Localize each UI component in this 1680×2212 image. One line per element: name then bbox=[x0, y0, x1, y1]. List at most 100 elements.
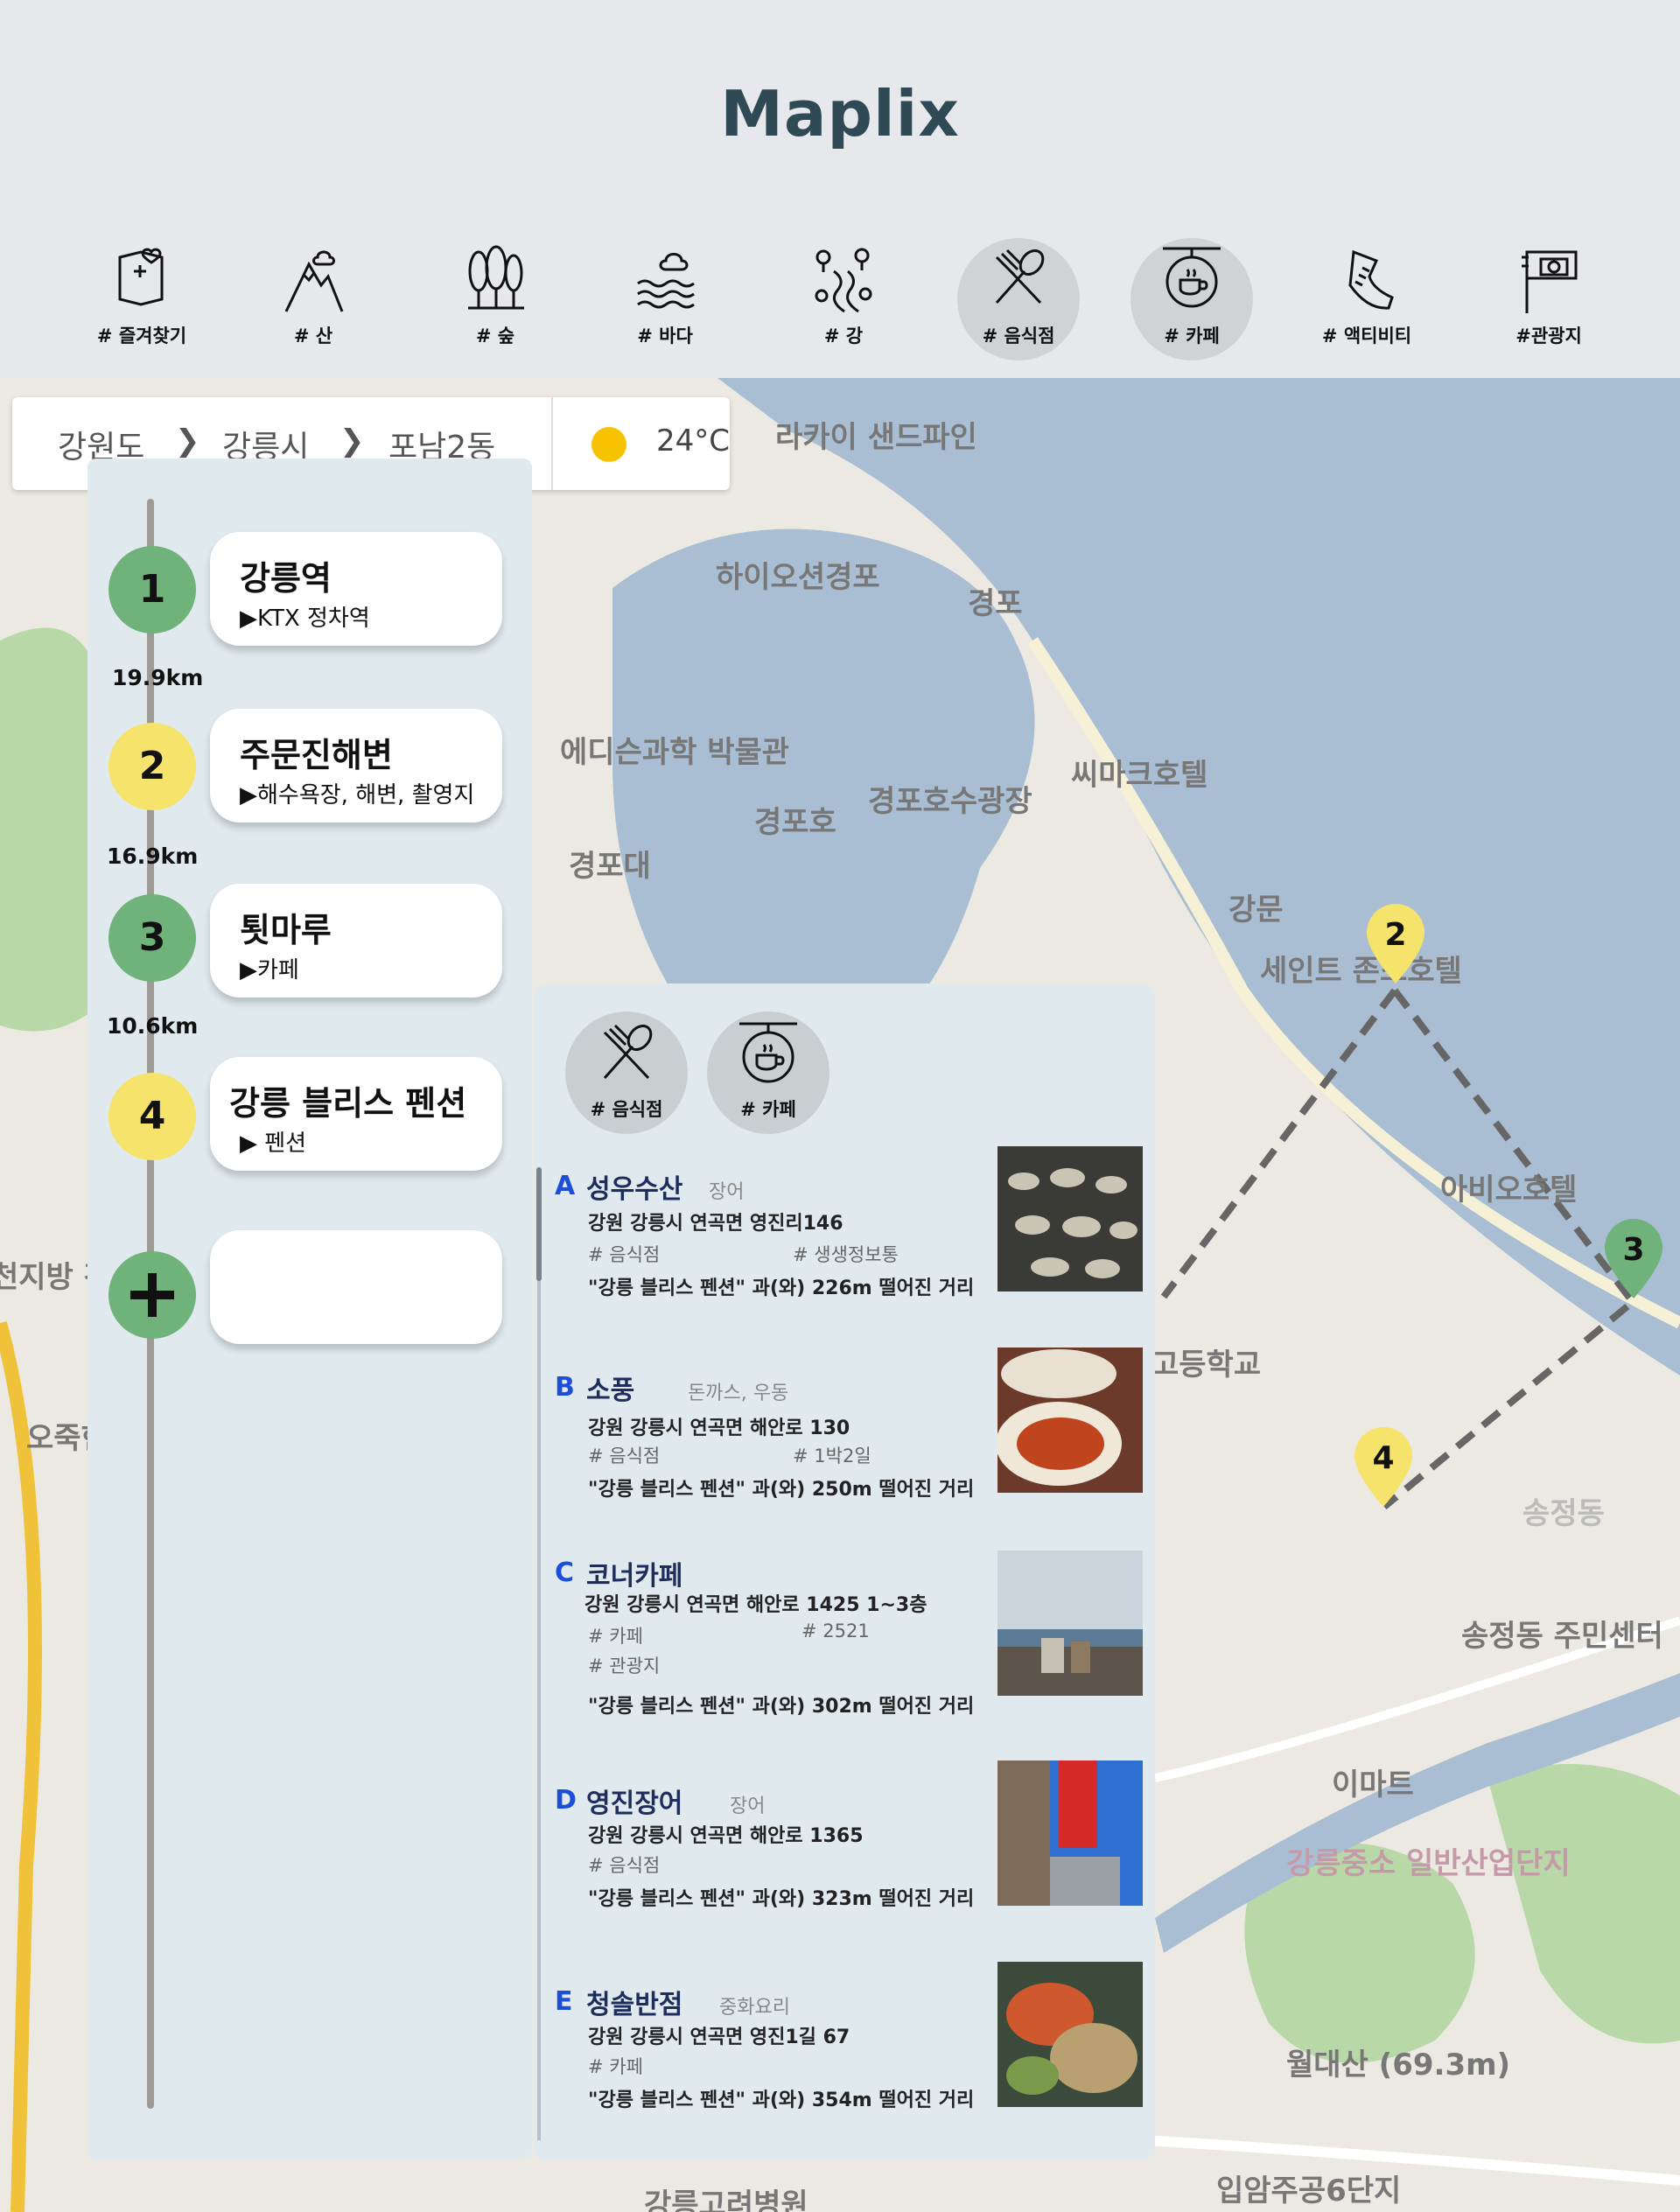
camera-sign-icon bbox=[1522, 250, 1578, 313]
category-cafe[interactable]: # 카페 bbox=[1130, 238, 1253, 360]
result-name[interactable]: 성우수산 bbox=[586, 1167, 682, 1206]
filter-restaurant[interactable]: # 음식점 bbox=[565, 1012, 688, 1134]
result-name[interactable]: 소풍 bbox=[586, 1368, 634, 1407]
result-tag: # 음식점 bbox=[588, 1244, 661, 1265]
result-photo bbox=[998, 1760, 1143, 1906]
result-distance: "강릉 블리스 펜션" 과(와) 226m 떨어진 거리 bbox=[588, 1278, 975, 1299]
map-label: 강릉중소 일반산업단지 bbox=[1286, 1846, 1571, 1881]
result-distance: "강릉 블리스 펜션" 과(와) 323m 떨어진 거리 bbox=[588, 1888, 975, 1910]
result-letter: B bbox=[555, 1372, 575, 1403]
map-label: 고등학교 bbox=[1152, 1348, 1262, 1382]
sneaker-icon bbox=[1348, 249, 1394, 310]
sun-icon bbox=[592, 427, 626, 462]
stop-card[interactable]: 주문진해변 ▶해수욕장, 해변, 촬영지 bbox=[210, 709, 502, 822]
stop-name: 툇마루 bbox=[240, 911, 332, 949]
map-pin-label: 2 bbox=[1384, 917, 1406, 953]
category-favorites[interactable]: # 즐겨찾기 bbox=[80, 238, 203, 360]
result-name[interactable]: 청솔반점 bbox=[586, 1983, 682, 2021]
result-name[interactable]: 영진장어 bbox=[586, 1782, 682, 1820]
result-address: 강원 강릉시 연곡면 해안로 1425 1~3층 bbox=[584, 1594, 928, 1616]
chevron-right-icon: ❯ bbox=[340, 424, 365, 458]
map-label: 에디슨과학 박물관 bbox=[560, 735, 790, 770]
favorite-map-icon bbox=[118, 248, 164, 306]
map-label: 라카이 샌드파인 bbox=[775, 420, 977, 455]
result-category: 돈까스, 우동 bbox=[688, 1382, 789, 1404]
result-address: 강원 강릉시 연곡면 영진1길 67 bbox=[588, 2026, 850, 2048]
result-tag: # 2521 bbox=[802, 1620, 870, 1642]
map-label: 월대산 (69.3m) bbox=[1286, 2048, 1511, 2082]
stop-name: 주문진해변 bbox=[240, 736, 393, 774]
map-pin-3[interactable]: 3 bbox=[1601, 1216, 1666, 1300]
mountain-icon bbox=[284, 250, 344, 312]
stop-name: 강릉역 bbox=[240, 559, 332, 598]
stop-desc: ▶해수욕장, 해변, 촬영지 bbox=[240, 782, 475, 808]
result-tag: # 카페 bbox=[588, 1626, 643, 1647]
fork-spoon-icon bbox=[603, 1024, 653, 1080]
route-distance: 19.9km bbox=[112, 665, 204, 690]
map-pin-2[interactable]: 2 bbox=[1363, 901, 1428, 985]
map-label: 경포대 bbox=[569, 849, 651, 884]
result-distance: "강릉 블리스 펜션" 과(와) 354m 떨어진 거리 bbox=[588, 2090, 975, 2111]
result-photo bbox=[998, 1146, 1143, 1292]
temperature: 24°C bbox=[656, 424, 731, 458]
weather-widget: 24°C bbox=[551, 397, 730, 490]
result-distance: "강릉 블리스 펜션" 과(와) 302m 떨어진 거리 bbox=[588, 1696, 975, 1718]
stop-name: 강릉 블리스 펜션 bbox=[229, 1084, 467, 1123]
result-address: 강원 강릉시 연곡면 영진리146 bbox=[588, 1213, 844, 1235]
result-tag: # 1박2일 bbox=[793, 1446, 872, 1466]
category-river[interactable]: # 강 bbox=[782, 238, 905, 360]
stop-number: 2 bbox=[108, 723, 196, 810]
map-label: 경포 bbox=[968, 586, 1023, 621]
result-item[interactable]: A 성우수산 장어 강원 강릉시 연곡면 영진리146 # 음식점 # 생생정보… bbox=[555, 1146, 1150, 1312]
results-panel: # 음식점 # 카페 A 성우수산 장어 강원 강릉시 연곡면 영진리146 #… bbox=[534, 984, 1155, 2161]
result-tag: # 카페 bbox=[588, 2056, 643, 2077]
fork-spoon-icon bbox=[995, 248, 1045, 304]
result-item[interactable]: B 소풍 돈까스, 우동 강원 강릉시 연곡면 해안로 130 # 음식점 # … bbox=[555, 1348, 1150, 1514]
results-scrollbar-thumb[interactable] bbox=[536, 1167, 542, 1281]
map-label: 강릉고려병원 bbox=[644, 2188, 808, 2212]
category-mountain[interactable]: # 산 bbox=[252, 238, 374, 360]
result-category: 장어 bbox=[709, 1181, 745, 1203]
result-category: 장어 bbox=[730, 1796, 766, 1817]
route-distance: 10.6km bbox=[107, 1013, 199, 1039]
map-label: 세인트 존스호텔 bbox=[1260, 954, 1462, 989]
stop-card[interactable]: 툇마루 ▶카페 bbox=[210, 884, 502, 998]
map-label: 입암주공6단지 bbox=[1216, 2174, 1402, 2208]
map-pin-label: 4 bbox=[1372, 1440, 1394, 1476]
map-pin-4[interactable]: 4 bbox=[1351, 1424, 1416, 1508]
result-name[interactable]: 코너카페 bbox=[586, 1554, 682, 1592]
coffee-sign-icon bbox=[1163, 247, 1221, 308]
app-logo: Maplix bbox=[720, 77, 960, 150]
result-item[interactable]: D 영진장어 장어 강원 강릉시 연곡면 해안로 1365 # 음식점 "강릉 … bbox=[555, 1760, 1150, 1927]
map-label: 씨마크호텔 bbox=[1071, 758, 1208, 793]
map-label: 경포호 bbox=[754, 805, 836, 840]
stop-card[interactable]: 강릉역 ▶KTX 정차역 bbox=[210, 532, 502, 646]
forest-icon bbox=[468, 245, 524, 310]
result-item[interactable]: C 코너카페 강원 강릉시 연곡면 해안로 1425 1~3층 # 카페 # 2… bbox=[555, 1550, 1150, 1718]
category-activity[interactable]: # 액티비티 bbox=[1306, 238, 1428, 360]
sea-icon bbox=[637, 253, 695, 309]
map-label: 송정동 주민센터 bbox=[1461, 1619, 1663, 1654]
category-restaurant[interactable]: # 음식점 bbox=[957, 238, 1080, 360]
river-icon bbox=[815, 248, 872, 313]
stop-number: 3 bbox=[108, 894, 196, 982]
filter-cafe[interactable]: # 카페 bbox=[707, 1012, 830, 1134]
results-scrollbar[interactable] bbox=[537, 1167, 541, 2140]
map-label: 강문 bbox=[1228, 892, 1284, 928]
result-letter: D bbox=[555, 1785, 577, 1816]
map-label: 송정동 bbox=[1522, 1496, 1605, 1531]
result-letter: E bbox=[555, 1986, 573, 2017]
add-stop-button[interactable] bbox=[108, 1251, 196, 1339]
result-item[interactable]: E 청솔반점 중화요리 강원 강릉시 연곡면 영진1길 67 # 카페 "강릉 … bbox=[555, 1962, 1150, 2128]
category-attraction[interactable]: #관광지 bbox=[1488, 238, 1610, 360]
empty-stop-slot[interactable] bbox=[210, 1230, 502, 1344]
result-category: 중화요리 bbox=[719, 1997, 790, 2019]
app-header: Maplix # 즐겨찾기 # 산 # 숲 # 바다 # 강 # 음식점 # 카… bbox=[0, 0, 1680, 378]
result-tag: # 음식점 bbox=[588, 1855, 661, 1876]
map-label: 경포호수광장 bbox=[868, 784, 1032, 819]
stop-card[interactable]: 강릉 블리스 펜션 ▶ 펜션 bbox=[210, 1057, 502, 1171]
map-pin-label: 3 bbox=[1622, 1232, 1644, 1268]
category-forest[interactable]: # 숲 bbox=[434, 238, 556, 360]
category-sea[interactable]: # 바다 bbox=[604, 238, 726, 360]
result-letter: A bbox=[555, 1171, 576, 1201]
